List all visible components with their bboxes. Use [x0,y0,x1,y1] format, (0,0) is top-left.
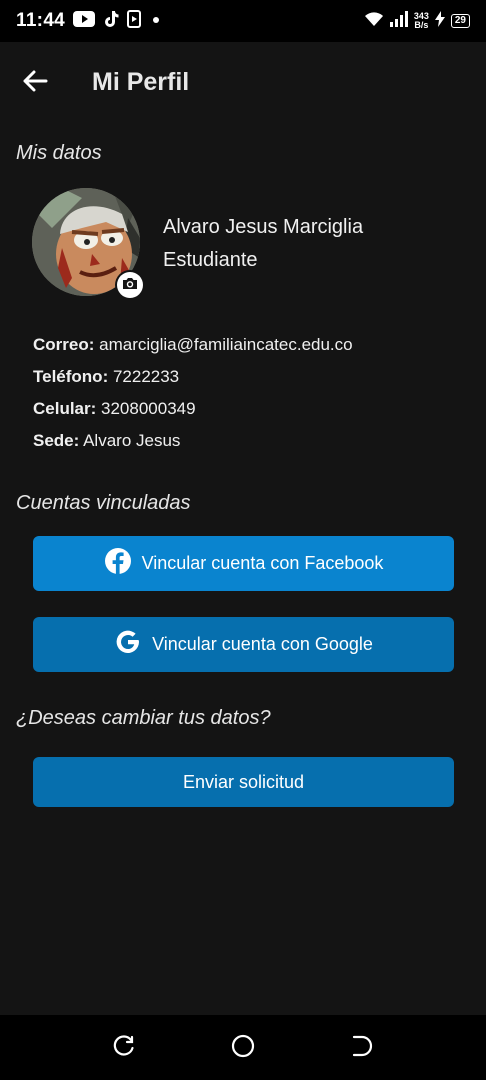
info-row-celular: Celular: 3208000349 [33,399,196,419]
network-speed: 343 B/s [414,12,429,30]
system-nav-bar [0,1015,486,1080]
info-value: 7222233 [108,367,180,386]
info-row-telefono: Teléfono: 7222233 [33,367,179,387]
back-button[interactable] [20,68,50,98]
back-nav-button[interactable] [349,1035,375,1061]
network-speed-unit: B/s [414,20,429,30]
camera-icon [122,276,138,295]
status-time: 11:44 [16,10,66,31]
user-name: Alvaro Jesus Marciglia [163,216,364,238]
back-nav-icon [350,1034,374,1063]
section-title-cuentas-vinculadas: Cuentas vinculadas [16,492,191,514]
link-google-button[interactable]: Vincular cuenta con Google [33,617,454,672]
home-button[interactable] [230,1034,256,1063]
youtube-icon [73,10,96,32]
info-label: Correo: [33,335,95,354]
wifi-icon [364,11,384,32]
info-label: Teléfono: [33,367,109,386]
send-request-label: Enviar solicitud [182,771,305,792]
page-title: Mi Perfil [92,68,190,96]
facebook-icon [104,547,132,580]
link-google-label: Vincular cuenta con Google [152,634,373,654]
tiktok-icon [103,10,119,33]
dot-icon [149,12,163,30]
charging-icon [434,10,445,32]
recents-icon [112,1034,136,1063]
send-request-button[interactable]: Enviar solicitud [33,757,454,807]
user-role: Estudiante [163,249,258,271]
media-icon [127,9,142,33]
avatar-container [32,188,145,300]
info-row-correo: Correo: amarciglia@familiaincatec.edu.co [33,335,353,355]
info-value: amarciglia@familiaincatec.edu.co [94,335,353,354]
google-icon [114,628,142,661]
app-bar: Mi Perfil [0,42,486,122]
change-photo-button[interactable] [115,270,145,300]
info-value: 3208000349 [96,399,196,418]
info-value: Alvaro Jesus [79,431,181,450]
section-title-cambiar-datos: ¿Deseas cambiar tus datos? [16,707,271,729]
link-facebook-button[interactable]: Vincular cuenta con Facebook [33,536,454,591]
link-facebook-label: Vincular cuenta con Facebook [141,553,384,573]
info-label: Sede: [33,431,80,450]
info-row-sede: Sede: Alvaro Jesus [33,431,180,451]
arrow-left-icon [22,70,48,97]
signal-icon [389,10,408,32]
home-icon [231,1034,255,1063]
info-label: Celular: [33,399,97,418]
status-bar: 11:44 343 B/s 29 [0,0,486,42]
battery-icon: 29 [450,14,470,28]
recents-button[interactable] [111,1034,137,1063]
section-title-mis-datos: Mis datos [16,142,102,164]
